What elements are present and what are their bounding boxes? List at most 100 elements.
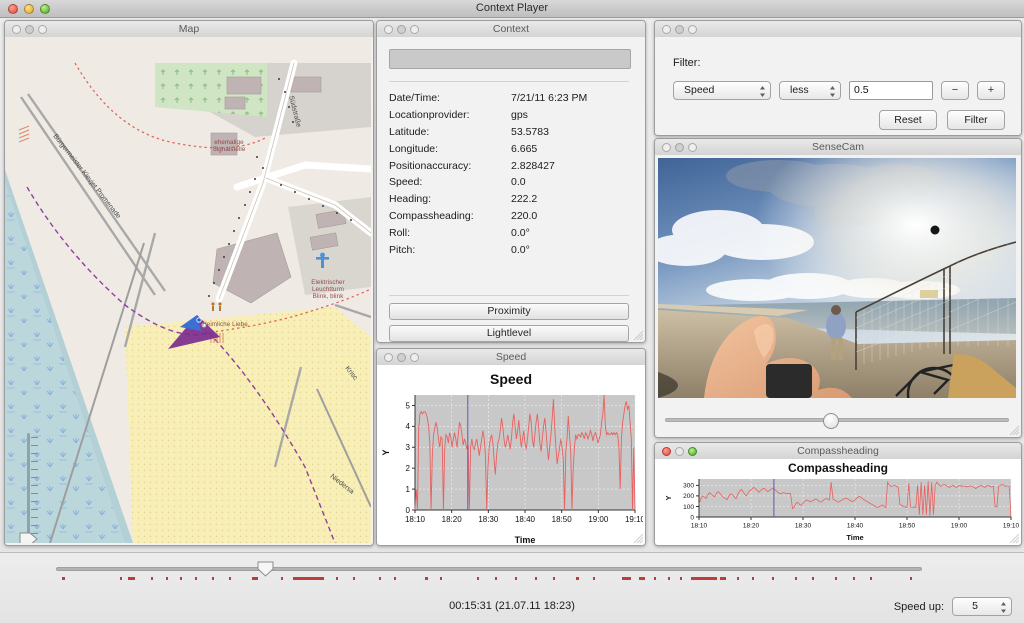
- table-row: Positionaccuracy: 2.828427: [389, 157, 633, 174]
- seek-slider-track[interactable]: [56, 567, 922, 571]
- map-canvas[interactable]: ehemalige Signalstelle Elektrischer Leuc…: [5, 37, 371, 543]
- svg-text:18:40: 18:40: [847, 523, 864, 530]
- timeline-marker: [151, 577, 154, 580]
- svg-text:Y: Y: [381, 449, 391, 455]
- field-value: 220.0: [511, 209, 538, 222]
- timeline-marker: [180, 577, 183, 580]
- filter-remove-button[interactable]: −: [941, 81, 969, 100]
- table-row: Compassheading: 220.0: [389, 208, 633, 225]
- timeline-marker: [910, 577, 913, 580]
- speedup-value: 5: [972, 600, 978, 612]
- svg-text:19:10: 19:10: [625, 515, 643, 524]
- resize-grip-icon[interactable]: [1008, 532, 1020, 544]
- timeline-marker: [514, 577, 517, 580]
- field-key: Pitch:: [389, 243, 416, 256]
- svg-text:19:00: 19:00: [588, 515, 609, 524]
- timeline-marker: [679, 577, 682, 580]
- compass-chart-title: Compassheading: [787, 461, 889, 475]
- speed-chart-plot: 0 1 2 3 4 5 18:10 18:20 18:30 18:40 18:50 19:00 19:1…: [381, 394, 643, 544]
- filter-add-button[interactable]: +: [977, 81, 1005, 100]
- timeline-marker: [477, 577, 480, 580]
- filter-value-input[interactable]: 0.5: [849, 81, 933, 100]
- timeline-marker: [194, 577, 197, 580]
- svg-text:4: 4: [406, 422, 411, 431]
- timeline-marker: [575, 577, 580, 580]
- speed-chart: Speed 0 1 2 3 4 5 18:10 18:20 18:30 18:40 18:50 19:…: [377, 365, 645, 545]
- svg-text:18:10: 18:10: [405, 515, 426, 524]
- map-zoom-slider-track[interactable]: [27, 433, 30, 537]
- table-row: Pitch: 0.0°: [389, 241, 633, 258]
- filter-titlebar: [655, 21, 1021, 38]
- main-titlebar: Context Player: [0, 0, 1024, 18]
- seek-slider-knob[interactable]: [257, 561, 274, 577]
- timeline-marker: [353, 577, 356, 580]
- filter-operator-select[interactable]: less: [779, 81, 841, 100]
- playback-toolbar: Start Stop Trim Play Next 00:15:31 (21.0…: [0, 552, 1024, 623]
- timeline-marker: [439, 577, 442, 580]
- timeline-marker: [61, 577, 66, 580]
- filter-property-select[interactable]: Speed: [673, 81, 771, 100]
- svg-text:18:10: 18:10: [691, 523, 708, 530]
- map-zoom-slider-knob[interactable]: [18, 531, 38, 543]
- stepper-arrows-icon: [760, 86, 765, 97]
- timeline-marker: [336, 577, 339, 580]
- resize-grip-icon[interactable]: [632, 532, 644, 544]
- sensecam-slider[interactable]: [665, 411, 1009, 429]
- speedup-label: Speed up:: [893, 600, 944, 613]
- svg-text:0: 0: [406, 506, 411, 515]
- context-titlebar: Context: [377, 21, 645, 38]
- timeline-marker: [281, 577, 284, 580]
- svg-text:Y: Y: [664, 495, 673, 500]
- sensecam-title: SenseCam: [812, 141, 864, 153]
- speed-chart-window: Speed Speed 0 1 2 3 4 5 18:10 18:20 18:30 18:40 18…: [376, 348, 646, 546]
- resize-grip-icon[interactable]: [632, 329, 644, 341]
- field-key: Speed:: [389, 176, 423, 189]
- reset-button[interactable]: Reset: [879, 110, 937, 130]
- timeline-marker: [794, 577, 797, 580]
- context-title: Context: [492, 23, 530, 35]
- filter-apply-button[interactable]: Filter: [947, 110, 1005, 130]
- timeline-marker: [621, 577, 632, 580]
- context-progress-field: [389, 49, 631, 69]
- table-row: Heading: 222.2: [389, 191, 633, 208]
- context-body: Date/Time: 7/21/11 6:23 PM Locationprovi…: [377, 37, 645, 342]
- timeline-marker: [393, 577, 396, 580]
- svg-text:Time: Time: [515, 535, 536, 544]
- speedup-select[interactable]: 5: [952, 597, 1012, 616]
- speedup-control: Speed up: 5: [894, 597, 1012, 616]
- timeline-marker: [719, 577, 727, 580]
- table-row: Locationprovider: gps: [389, 107, 633, 124]
- resize-grip-icon[interactable]: [1008, 424, 1020, 436]
- context-field-table: Date/Time: 7/21/11 6:23 PM Locationprovi…: [389, 90, 633, 258]
- timeline-marker: [292, 577, 322, 580]
- app-root: Context Player Map ehemalige Signalstell…: [0, 0, 1024, 623]
- svg-text:300: 300: [683, 483, 694, 490]
- svg-text:1: 1: [406, 485, 411, 494]
- svg-text:19:00: 19:00: [951, 523, 968, 530]
- field-value: 2.828427: [511, 159, 555, 172]
- sensecam-slider-knob[interactable]: [823, 413, 840, 429]
- svg-text:5: 5: [406, 401, 411, 410]
- filter-operator-value: less: [790, 84, 809, 96]
- timeline-marker: [852, 577, 855, 580]
- proximity-button[interactable]: Proximity: [389, 303, 629, 320]
- field-value: 53.5783: [511, 125, 549, 138]
- timeline-marker: [494, 577, 497, 580]
- sensecam-photo-graphics: [658, 158, 1016, 398]
- filter-label: Filter:: [673, 57, 701, 69]
- svg-text:18:40: 18:40: [515, 515, 536, 524]
- timeline-marker: [229, 577, 232, 580]
- svg-text:18:20: 18:20: [442, 515, 463, 524]
- svg-text:0: 0: [690, 514, 694, 521]
- svg-text:200: 200: [683, 493, 694, 500]
- timeline-marker: [691, 577, 718, 580]
- svg-text:3: 3: [406, 443, 411, 452]
- divider: [389, 81, 629, 82]
- compass-chart-plot: 0 100 200 300 18:10 18:20 18:30 18:40 18:50 19:00…: [664, 479, 1019, 541]
- timeline-marker: [119, 577, 122, 580]
- timeline-marker: [165, 577, 168, 580]
- context-window: Context Date/Time: 7/21/11 6:23 PM Locat…: [376, 20, 646, 343]
- table-row: Speed: 0.0: [389, 174, 633, 191]
- lightlevel-button[interactable]: Lightlevel: [389, 325, 629, 342]
- field-value: 7/21/11 6:23 PM: [511, 92, 588, 105]
